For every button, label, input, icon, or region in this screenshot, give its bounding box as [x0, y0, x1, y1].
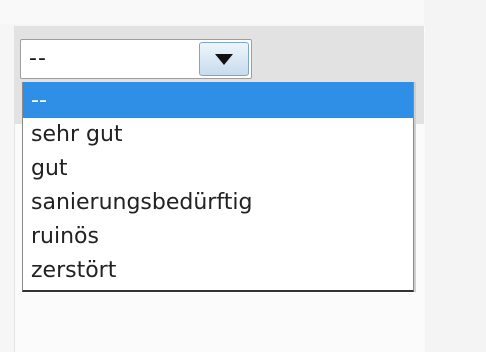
option-ruinoes[interactable]: ruinös [23, 222, 413, 256]
triangle-down-icon [215, 54, 233, 65]
dropdown-toggle-button[interactable] [199, 42, 249, 76]
top-background [0, 0, 486, 24]
option-sehr-gut[interactable]: sehr gut [23, 120, 413, 154]
option-zerstoert[interactable]: zerstört [23, 256, 413, 290]
right-background [424, 0, 486, 352]
option-sanierungsbeduerftig[interactable]: sanierungsbedürftig [23, 188, 413, 222]
page: { "select": { "value": "--", "arrow_icon… [0, 0, 486, 352]
select-current-value: -- [29, 46, 47, 71]
condition-select[interactable]: -- [20, 39, 252, 79]
dropdown-list: -- sehr gut gut sanierungsbedürftig ruin… [22, 82, 414, 292]
option-gut[interactable]: gut [23, 154, 413, 188]
option-none[interactable]: -- [23, 82, 413, 118]
